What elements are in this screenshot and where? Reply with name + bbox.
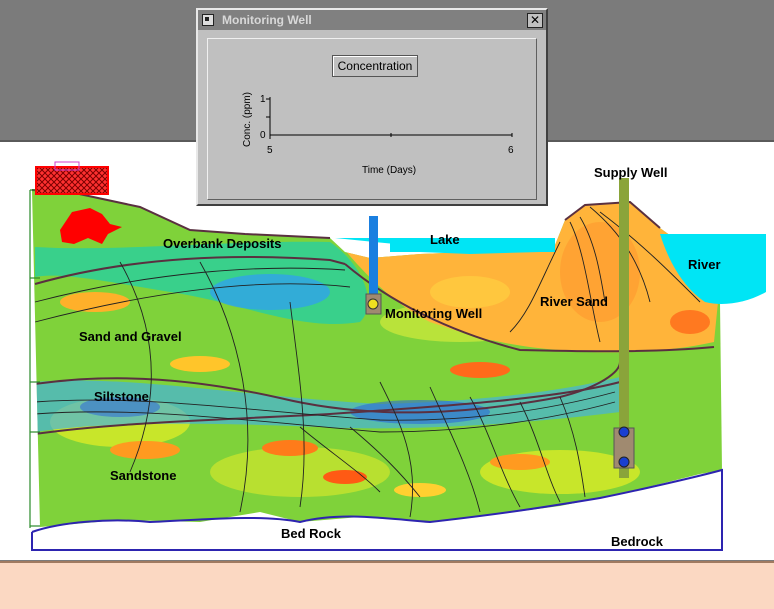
label-supply-well: Supply Well <box>594 165 667 180</box>
y-tick-0: 0 <box>260 130 266 141</box>
label-sandstone: Sandstone <box>110 468 176 483</box>
x-axis-label: Time (Days) <box>362 165 416 176</box>
label-overbank: Overbank Deposits <box>163 236 282 251</box>
monitoring-well-casing[interactable] <box>369 216 378 296</box>
monitoring-well-dialog[interactable]: Monitoring Well ✕ Concentration 1 0 5 6 … <box>196 8 548 206</box>
label-sand-gravel: Sand and Gravel <box>79 329 182 344</box>
x-tick-6: 6 <box>508 145 514 156</box>
label-lake: Lake <box>430 232 460 247</box>
y-tick-1: 1 <box>260 94 266 105</box>
source-tank[interactable] <box>35 166 109 195</box>
window-icon <box>202 14 214 26</box>
close-button[interactable]: ✕ <box>527 13 543 28</box>
close-icon: ✕ <box>529 13 541 27</box>
label-bedrock: Bedrock <box>611 534 664 549</box>
label-monitoring-well: Monitoring Well <box>385 306 482 321</box>
dialog-titlebar[interactable]: Monitoring Well ✕ <box>198 10 546 30</box>
concentration-chart: 1 0 5 6 Time (Days) Conc. (ppm) <box>242 92 514 176</box>
label-river: River <box>688 257 721 272</box>
label-river-sand: River Sand <box>540 294 608 309</box>
dialog-title: Monitoring Well <box>222 13 312 27</box>
status-area <box>0 561 774 609</box>
y-axis-label: Conc. (ppm) <box>242 92 253 147</box>
chart-panel: Concentration 1 0 5 6 Time (Days) Conc. … <box>207 38 537 200</box>
label-siltstone: Siltstone <box>94 389 149 404</box>
monitoring-well-sensor[interactable] <box>367 298 379 310</box>
label-bed-rock: Bed Rock <box>281 526 342 541</box>
x-tick-5: 5 <box>267 145 273 156</box>
